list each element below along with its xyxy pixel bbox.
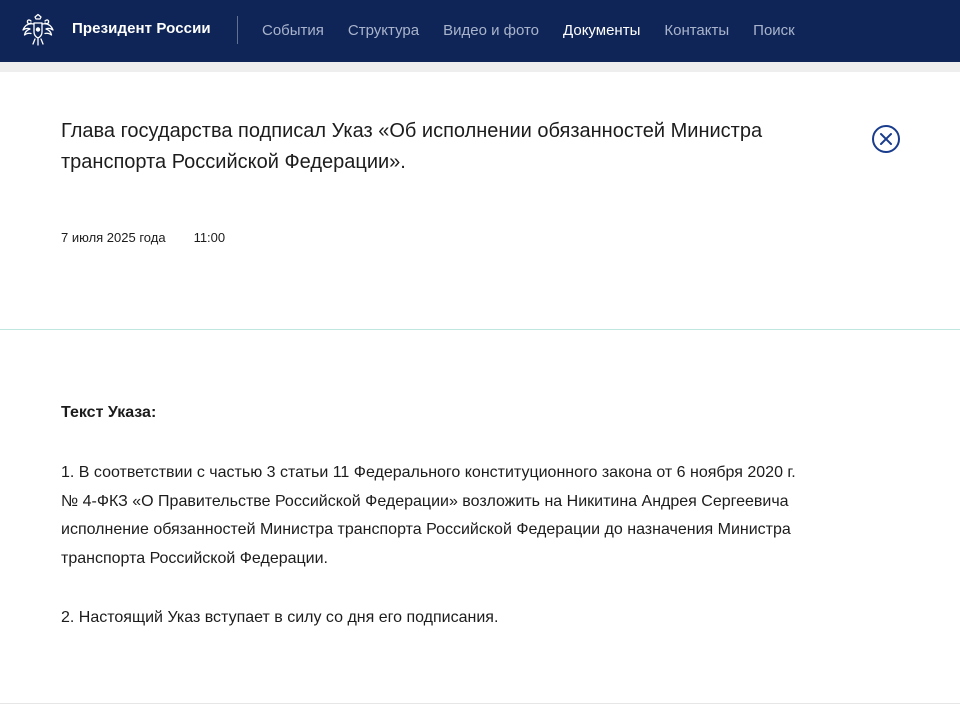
document-meta: 7 июля 2025 года 11:00 <box>61 230 225 245</box>
document-date: 7 июля 2025 года <box>61 230 166 245</box>
close-circle-icon <box>872 125 900 153</box>
document-body: Текст Указа: 1. В соответствии с частью … <box>0 330 960 705</box>
main-nav: События Структура Видео и фото Документы… <box>262 0 819 62</box>
state-emblem-icon[interactable] <box>20 12 56 48</box>
brand-divider <box>237 16 238 44</box>
document-title: Глава государства подписал Указ «Об испо… <box>61 120 763 173</box>
bottom-divider <box>0 703 960 704</box>
nav-item-structure[interactable]: Структура <box>348 2 419 60</box>
site-brand-link[interactable]: Президент России <box>72 0 211 62</box>
nav-item-contacts[interactable]: Контакты <box>664 2 729 60</box>
decree-paragraph-2: 2. Настоящий Указ вступает в силу со дня… <box>61 609 499 626</box>
nav-item-search[interactable]: Поиск <box>753 2 795 60</box>
top-navigation-bar: Президент России События Структура Видео… <box>0 0 960 62</box>
nav-item-events[interactable]: События <box>262 2 324 60</box>
subheader-strip <box>0 62 960 72</box>
close-button[interactable] <box>871 124 901 154</box>
nav-item-documents[interactable]: Документы <box>563 2 640 60</box>
document-time: 11:00 <box>193 230 226 245</box>
decree-text-heading: Текст Указа: <box>61 404 157 421</box>
document-header: Глава государства подписал Указ «Об испо… <box>0 72 960 330</box>
nav-item-video-photo[interactable]: Видео и фото <box>443 2 539 60</box>
decree-paragraph-1: 1. В соответствии с частью 3 статьи 11 Ф… <box>61 464 796 567</box>
